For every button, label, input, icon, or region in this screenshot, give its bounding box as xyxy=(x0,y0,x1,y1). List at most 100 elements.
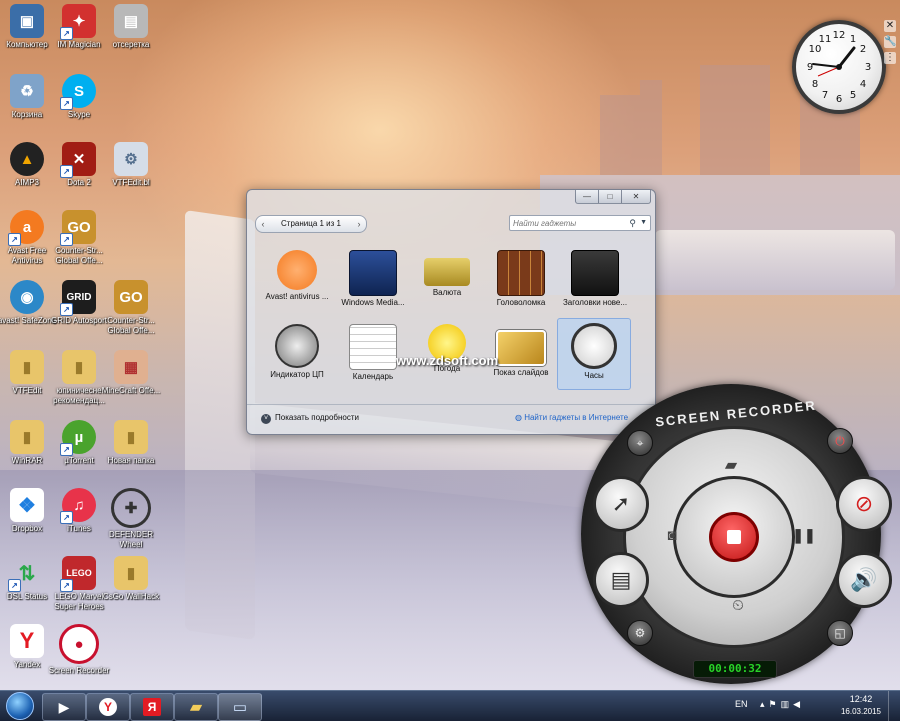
file-icon: ⚙ xyxy=(114,142,148,176)
folder-icon: ▮ xyxy=(114,556,148,590)
gadget-search-input[interactable] xyxy=(513,216,623,230)
folder-icon: ▮ xyxy=(62,350,96,384)
gadget-drag-icon[interactable]: ⋮ xyxy=(884,52,896,64)
gadget-item-clock[interactable]: Часы xyxy=(557,318,631,390)
crosshair-icon: ⌖ xyxy=(636,435,644,450)
desktop-icon-label: Screen Recorder xyxy=(48,666,110,675)
gadget-item-label: Головоломка xyxy=(496,298,546,307)
gadget-options-icon[interactable]: 🔧 xyxy=(884,36,896,48)
taskbar-date[interactable]: 16.03.2015 xyxy=(838,707,884,716)
screen-recorder-widget: SCREEN RECORDER ▰ ◙ ❚❚ ⏲ ➚ ▤ ⊘ 🔊 ⌖ ⏻ ⚙ ◱… xyxy=(581,384,893,684)
webcam-button[interactable]: ⊘ xyxy=(836,476,892,532)
open-folder-button[interactable]: ▰ xyxy=(718,454,744,476)
camera-icon: ◙ xyxy=(667,526,677,544)
start-button[interactable] xyxy=(2,691,38,721)
gadget-item-label: Windows Media... xyxy=(341,298,405,307)
volume-icon[interactable]: ◀ xyxy=(793,699,804,709)
desktop-icon-label: MineCraft Offe... xyxy=(101,386,161,395)
gadget-item-currency[interactable]: Валюта xyxy=(411,246,483,316)
pause-button[interactable]: ❚❚ xyxy=(792,524,816,546)
currency-gadget-icon xyxy=(424,258,470,286)
clock-gadget[interactable]: 12 1 2 345 678 9 10 11 xyxy=(792,20,886,114)
desktop-icon-screen-recorder[interactable]: ● Screen Recorder xyxy=(48,624,110,676)
settings-button[interactable]: ⚙ xyxy=(627,620,653,646)
clock-face-icon: 12 12 345 678 91011 xyxy=(807,30,871,105)
gadget-search-box[interactable]: ⚲ ▼ xyxy=(509,215,651,231)
desktop-icon-csgo-2[interactable]: GO Counter-Str... Global Offe... xyxy=(100,280,162,336)
taskbar-yandex-browser[interactable]: Y xyxy=(86,693,130,721)
select-area-button[interactable]: ➚ xyxy=(593,476,649,532)
desktop-icon-csgo-wallhack[interactable]: ▮ CsGo WallHack xyxy=(100,556,162,602)
desktop-icon-new-folder[interactable]: ▮ Новая папка xyxy=(100,420,162,466)
slideshow-gadget-icon xyxy=(496,330,546,366)
gadget-close-icon[interactable]: ✕ xyxy=(884,20,896,32)
gadget-item-puzzle[interactable]: Головоломка xyxy=(485,246,557,316)
gadget-item-label: Заголовки нове... xyxy=(562,298,628,307)
folder-icon: ▰ xyxy=(189,699,203,716)
dota2-icon: ✕ ↗ xyxy=(60,142,96,178)
gadget-item-label: Валюта xyxy=(432,288,462,297)
close-button[interactable]: ✕ xyxy=(621,190,651,204)
folder-icon: ▮ xyxy=(114,420,148,454)
desktop-icon-label: Counter-Str... Global Offe... xyxy=(107,316,155,335)
desktop-icon-skype[interactable]: S ↗ Skype xyxy=(48,74,110,120)
desktop-icon-label: Новая папка xyxy=(107,456,155,465)
show-details-toggle[interactable]: ˅ Показать подробности xyxy=(261,413,359,424)
prev-page-icon[interactable]: ‹ xyxy=(257,216,269,232)
schedule-button[interactable]: ⏲ xyxy=(727,594,749,616)
tray-expand-icon[interactable]: ▴ xyxy=(760,699,769,709)
headlines-gadget-icon xyxy=(571,250,619,296)
skype-icon: S ↗ xyxy=(60,74,96,110)
desktop-icon-vtfedit-bl[interactable]: ⚙ VTFEdit.bl xyxy=(100,142,162,188)
area-frame-button[interactable]: ⌖ xyxy=(627,430,653,456)
svg-text:11: 11 xyxy=(819,34,832,45)
stop-recording-button[interactable] xyxy=(709,512,759,562)
language-indicator[interactable]: EN xyxy=(735,699,748,709)
pager-label: Страница 1 из 1 xyxy=(281,219,341,228)
video-settings-button[interactable]: ▤ xyxy=(593,552,649,608)
taskbar-media-player[interactable]: ▶ xyxy=(42,693,86,721)
desktop-icon-otsr[interactable]: ▤ отсеретка xyxy=(100,4,162,50)
window-mode-button[interactable]: ◱ xyxy=(827,620,853,646)
chevron-down-icon[interactable]: ▼ xyxy=(640,216,647,230)
maximize-button[interactable]: □ xyxy=(598,190,622,204)
gadget-item-label: Часы xyxy=(584,371,604,380)
flag-icon[interactable]: ⚑ xyxy=(769,699,781,709)
avast-gadget-icon xyxy=(277,250,317,290)
network-icon[interactable]: ▥ xyxy=(781,699,794,709)
taskbar-yandex[interactable]: Я xyxy=(130,693,174,721)
taskbar-explorer[interactable]: ▰ xyxy=(174,693,218,721)
taskbar-time[interactable]: 12:42 xyxy=(838,694,884,704)
gadget-item-cpu[interactable]: Индикатор ЦП xyxy=(261,320,333,390)
gadget-item-media-center[interactable]: Windows Media... xyxy=(337,246,409,316)
window-icon: ◱ xyxy=(834,626,846,640)
calendar-gadget-icon xyxy=(349,324,397,370)
desktop-icon-csgo[interactable]: GO ↗ Counter-Str... Global Offe... xyxy=(48,210,110,266)
screenshot-button[interactable]: ◙ xyxy=(661,524,683,546)
minimize-button[interactable]: — xyxy=(575,190,599,204)
recycle-bin-icon: ♻ xyxy=(10,74,44,108)
desktop-icon-label: VTFEdit.bl xyxy=(112,178,150,187)
svg-text:7: 7 xyxy=(822,90,828,101)
power-button[interactable]: ⏻ xyxy=(827,428,853,454)
puzzle-gadget-icon xyxy=(497,250,545,296)
svg-text:4: 4 xyxy=(860,79,866,90)
gadget-item-headlines[interactable]: Заголовки нове... xyxy=(559,246,631,316)
show-desktop-button[interactable] xyxy=(888,691,900,721)
desktop-icon-minecraft[interactable]: ▦ MineCraft Offe... xyxy=(100,350,162,396)
chevron-down-icon: ˅ xyxy=(261,414,271,424)
svg-text:12: 12 xyxy=(833,30,846,41)
avast-icon: a ↗ xyxy=(8,210,44,246)
svg-text:1: 1 xyxy=(850,34,856,45)
next-page-icon[interactable]: › xyxy=(353,216,365,232)
im-magician-icon: ✦ ↗ xyxy=(60,4,96,40)
no-webcam-icon: ⊘ xyxy=(854,491,874,516)
pause-icon: ❚❚ xyxy=(792,526,816,543)
taskbar-screen-recorder[interactable]: ▭ xyxy=(218,693,262,721)
wallpaper-tower xyxy=(600,95,640,185)
search-icon[interactable]: ⚲ xyxy=(629,216,636,230)
audio-button[interactable]: 🔊 xyxy=(836,552,892,608)
gadget-item-avast[interactable]: Avast! antivirus ... xyxy=(261,246,333,316)
system-tray: ▴⚑▥◀ xyxy=(760,699,804,710)
desktop-icon-defender-wheel[interactable]: ✚ DEFENDER Wheel xyxy=(100,488,162,550)
